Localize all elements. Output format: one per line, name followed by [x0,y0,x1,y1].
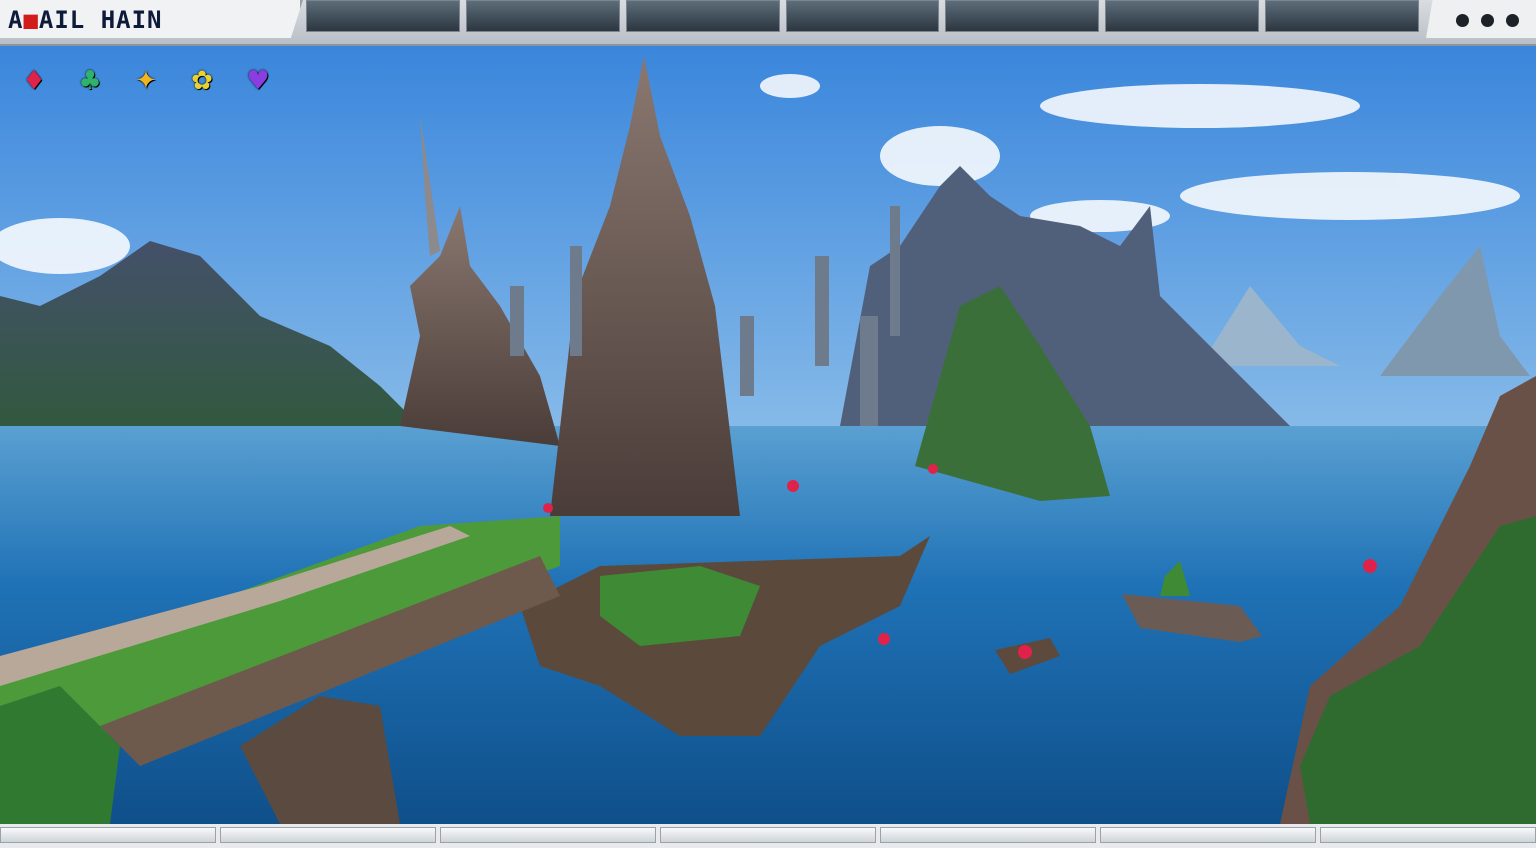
game-title: A■AIL HAIN [8,6,163,34]
scene-thumbnail[interactable] [465,0,620,32]
toolbar-segment[interactable] [0,827,216,843]
red-crystal-icon[interactable]: ♦ [16,64,52,98]
window-controls [1426,0,1536,38]
game-viewport[interactable] [0,46,1536,824]
scene-thumbnail[interactable] [785,0,940,32]
bottom-toolbar [0,824,1536,848]
window-control-dot[interactable] [1456,14,1469,27]
scene-thumbnail-strip [300,0,1425,34]
toolbar-segment[interactable] [220,827,436,843]
green-gem-icon[interactable]: ♣ [72,64,108,98]
boat-flowers [1018,645,1032,659]
purple-gem-icon[interactable]: ♥ [240,64,276,98]
toolbar-segment[interactable] [1100,827,1316,843]
toolbar-segment[interactable] [660,827,876,843]
yellow-herb-icon[interactable]: ✿ [184,64,220,98]
island-vegetation [600,566,760,646]
scene-thumbnail[interactable] [945,0,1100,32]
fantasy-scene [0,46,1536,824]
resource-hud: ♦ ♣ ✦ ✿ ♥ [16,64,276,98]
scene-thumbnail[interactable] [1105,0,1260,32]
scene-thumbnail[interactable] [306,0,460,32]
toolbar-segment[interactable] [440,827,656,843]
toolbar-segment[interactable] [880,827,1096,843]
scene-thumbnail[interactable] [1265,0,1420,32]
toolbar-segment[interactable] [1320,827,1536,843]
window-control-dot[interactable] [1481,14,1494,27]
gold-shard-icon[interactable]: ✦ [128,64,164,98]
game-title-plate: A■AIL HAIN [0,0,303,38]
title-marker: ■ [23,6,39,34]
top-toolbar: A■AIL HAIN [0,0,1536,46]
scene-thumbnail[interactable] [625,0,780,32]
window-control-dot[interactable] [1506,14,1519,27]
